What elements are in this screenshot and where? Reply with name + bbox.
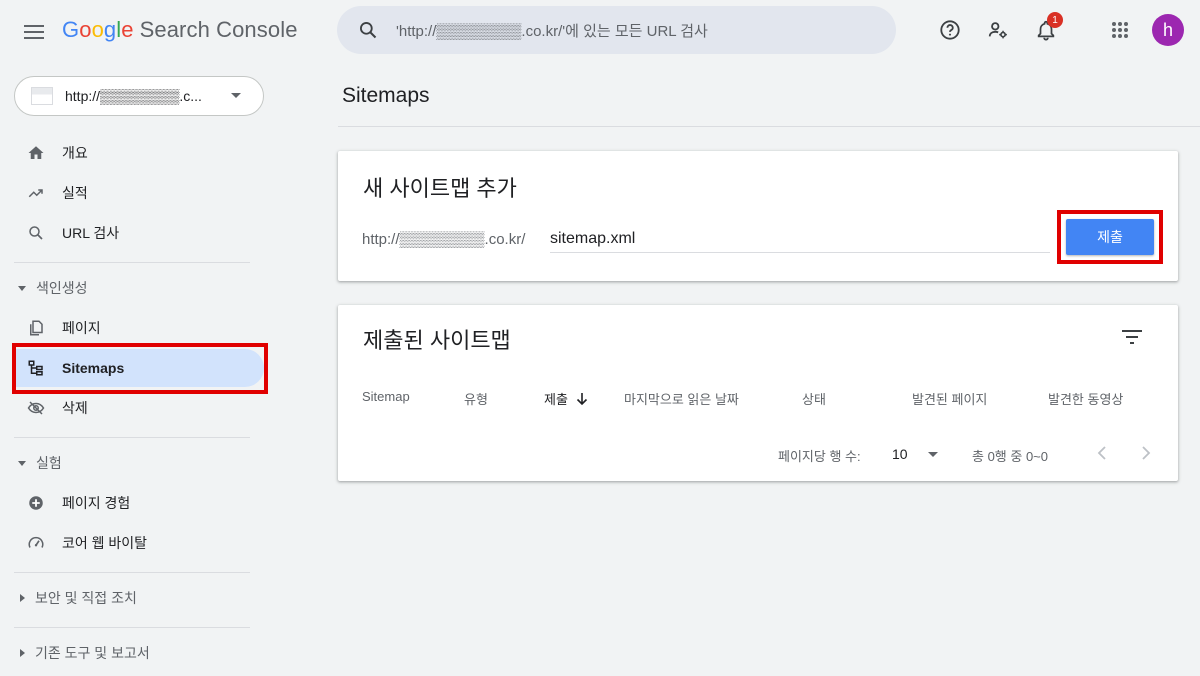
sidebar-item-label: 페이지 경험 <box>62 495 131 511</box>
sidebar-item-label: 코어 웹 바이탈 <box>62 535 148 551</box>
section-label: 실험 <box>36 455 62 471</box>
highlight-box <box>12 343 268 394</box>
logo-letter: G <box>62 17 80 42</box>
google-search-console-logo[interactable]: Google Search Console <box>62 17 298 43</box>
rows-per-page-label: 페이지당 행 수: <box>778 449 861 464</box>
submitted-sitemaps-card: 제출된 사이트맵 Sitemap 유형 제출 마지막으로 읽은 날짜 상태 발견… <box>338 305 1178 481</box>
column-header-type[interactable]: 유형 <box>464 389 488 408</box>
home-icon <box>26 143 46 163</box>
column-header-discovered-pages[interactable]: 발견된 페이지 <box>912 389 987 408</box>
submitted-sitemaps-title: 제출된 사이트맵 <box>363 328 511 353</box>
next-page-icon[interactable] <box>1134 441 1158 465</box>
column-header-status[interactable]: 상태 <box>802 389 826 408</box>
section-experience-toggle[interactable]: 실험 <box>18 451 62 475</box>
manage-users-icon[interactable] <box>983 15 1013 45</box>
product-name: Search Console <box>139 17 298 42</box>
section-indexing-toggle[interactable]: 색인생성 <box>18 276 88 300</box>
logo-letter: o <box>79 17 92 42</box>
notifications-icon[interactable]: 1 <box>1031 12 1063 45</box>
logo-letter: e <box>121 17 134 42</box>
sidebar-item-overview[interactable]: 개요 <box>14 134 264 172</box>
filter-icon[interactable] <box>1118 323 1146 351</box>
speed-gauge-icon <box>26 533 46 553</box>
sidebar-divider <box>14 262 250 263</box>
visibility-off-icon <box>26 398 46 418</box>
chevron-down-icon <box>927 451 938 457</box>
rows-per-page-value: 10 <box>892 446 908 462</box>
column-header-sitemap[interactable]: Sitemap <box>362 389 410 404</box>
sidebar-divider <box>14 572 250 573</box>
sidebar-divider <box>14 627 250 628</box>
avatar[interactable]: h <box>1152 14 1184 46</box>
sidebar-item-pages[interactable]: 페이지 <box>14 309 264 347</box>
sitemap-url-prefix: http://▒▒▒▒▒▒▒▒.co.kr/ <box>362 231 526 248</box>
highlight-box <box>1057 210 1163 264</box>
sidebar-item-label: URL 검사 <box>62 225 120 241</box>
chevron-right-icon <box>20 649 25 657</box>
column-header-last-read[interactable]: 마지막으로 읽은 날짜 <box>624 389 739 408</box>
title-divider <box>338 126 1200 127</box>
sidebar-item-removals[interactable]: 삭제 <box>14 389 264 427</box>
previous-page-icon[interactable] <box>1090 441 1114 465</box>
top-app-bar: Google Search Console 'http://▒▒▒▒▒▒▒▒.c… <box>0 0 1200 62</box>
sidebar-divider <box>14 437 250 438</box>
column-header-discovered-videos[interactable]: 발견한 동영상 <box>1048 389 1123 408</box>
add-sitemap-card: 새 사이트맵 추가 http://▒▒▒▒▒▒▒▒.co.kr/ 제출 <box>338 151 1178 281</box>
help-icon[interactable] <box>935 15 965 45</box>
rows-per-page-select[interactable]: 10 <box>892 444 940 464</box>
search-icon[interactable] <box>355 17 381 43</box>
sidebar-item-page-experience[interactable]: 페이지 경험 <box>14 484 264 522</box>
sidebar-item-label: 삭제 <box>62 400 88 416</box>
sidebar-item-label: 실적 <box>62 185 88 201</box>
chevron-down-icon <box>18 460 26 466</box>
arrow-down-icon <box>576 392 588 406</box>
section-legacy-toggle[interactable]: 기존 도구 및 보고서 <box>18 641 150 665</box>
plus-circle-icon <box>26 493 46 513</box>
page-title: Sitemaps <box>342 84 430 107</box>
section-security-toggle[interactable]: 보안 및 직접 조치 <box>18 586 137 610</box>
apps-grid-icon[interactable] <box>1105 15 1135 45</box>
chevron-down-icon <box>231 93 241 98</box>
menu-icon[interactable] <box>20 18 48 46</box>
url-inspection-search-bar[interactable]: 'http://▒▒▒▒▒▒▒▒.co.kr/'에 있는 모든 URL 검사 <box>337 6 896 54</box>
pages-icon <box>26 318 46 338</box>
logo-letter: o <box>91 17 104 42</box>
property-favicon <box>31 87 53 105</box>
add-sitemap-title: 새 사이트맵 추가 <box>363 176 517 201</box>
sidebar-item-url-inspection[interactable]: URL 검사 <box>14 214 264 252</box>
chevron-down-icon <box>18 285 26 291</box>
sidebar-item-label: 개요 <box>62 145 88 161</box>
trending-up-icon <box>26 183 46 203</box>
section-label: 기존 도구 및 보고서 <box>35 645 150 661</box>
chevron-right-icon <box>20 594 25 602</box>
property-selector[interactable]: http://▒▒▒▒▒▒▒▒.c... <box>14 76 264 116</box>
column-header-submitted[interactable]: 제출 <box>544 389 588 408</box>
property-label: http://▒▒▒▒▒▒▒▒.c... <box>65 88 202 104</box>
section-label: 보안 및 직접 조치 <box>35 590 137 606</box>
sidebar-item-label: 페이지 <box>62 320 101 336</box>
search-placeholder: 'http://▒▒▒▒▒▒▒▒.co.kr/'에 있는 모든 URL 검사 <box>396 22 708 40</box>
search-icon <box>26 223 46 243</box>
section-label: 색인생성 <box>36 280 88 296</box>
notification-badge: 1 <box>1047 12 1063 28</box>
sidebar-item-performance[interactable]: 실적 <box>14 174 264 212</box>
sidebar-item-core-web-vitals[interactable]: 코어 웹 바이탈 <box>14 524 264 562</box>
logo-letter: g <box>103 17 117 42</box>
pagination-range: 총 0행 중 0~0 <box>972 449 1048 464</box>
column-header-label: 제출 <box>544 392 568 407</box>
sitemap-url-input[interactable] <box>550 225 1050 253</box>
